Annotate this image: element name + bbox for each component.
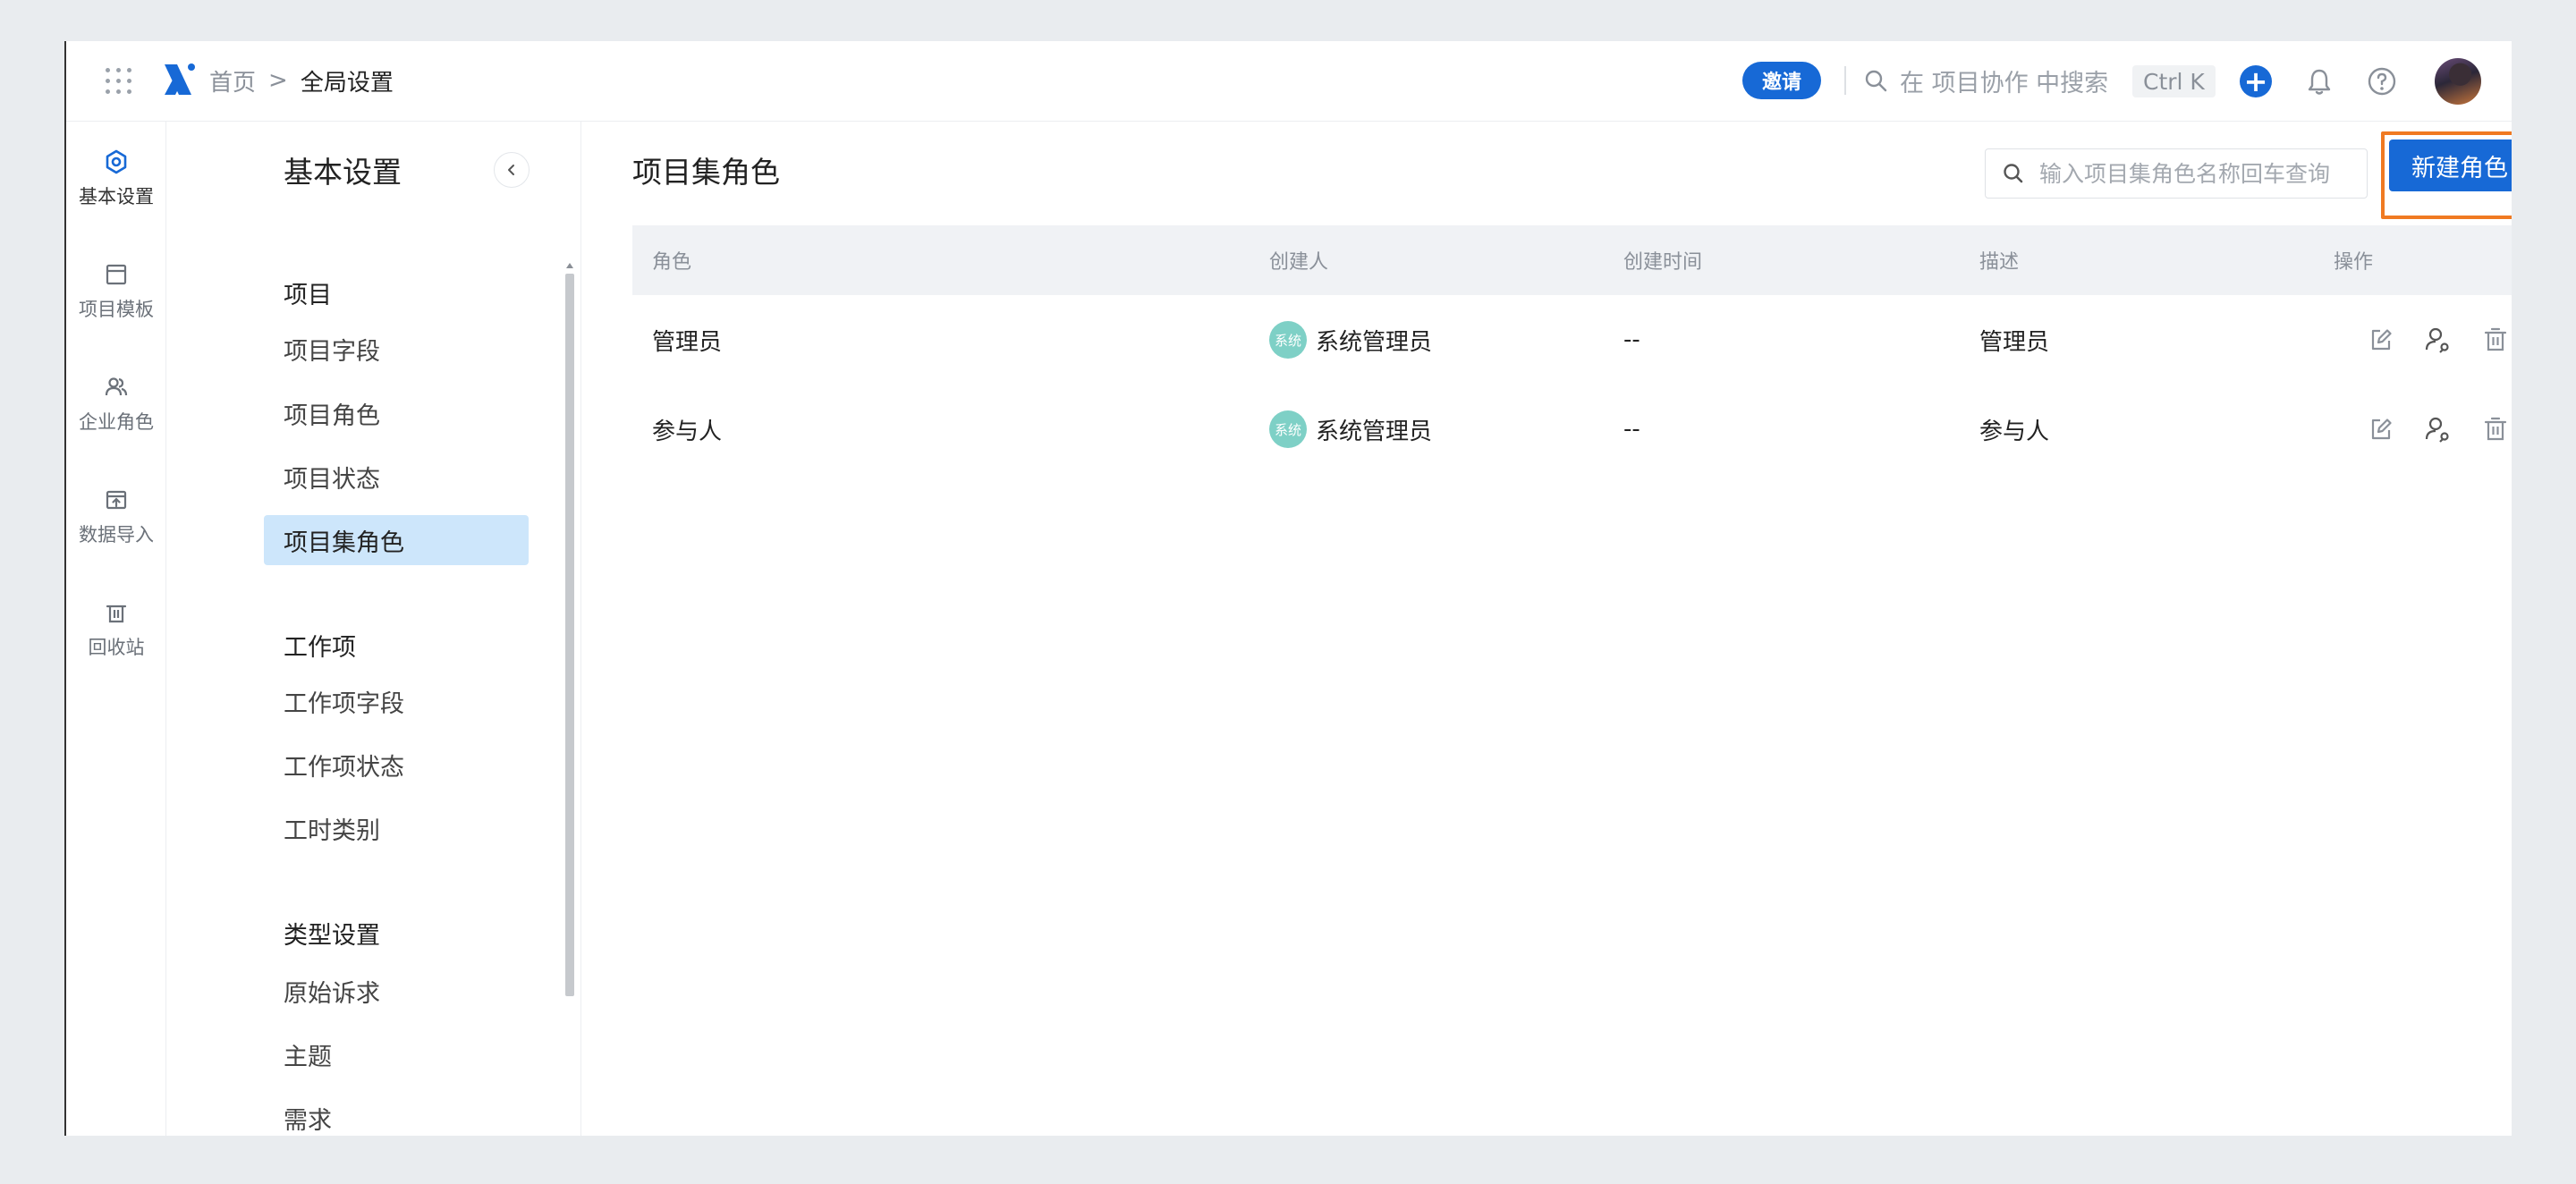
- header-description: 描述: [1979, 251, 2020, 274]
- edit-icon[interactable]: [2366, 414, 2396, 444]
- top-bar: 首页 > 全局设置 邀请 在 项目协作 中搜索 Ctrl K +: [66, 41, 2512, 122]
- table-row: 管理员 系统 系统管理员 -- 管理员: [632, 295, 2512, 385]
- sidebar-item-theme[interactable]: 主题: [264, 1029, 529, 1079]
- help-icon[interactable]: [2367, 66, 2397, 97]
- app-window: 首页 > 全局设置 邀请 在 项目协作 中搜索 Ctrl K + 基本设置 项目…: [64, 41, 2512, 1136]
- scroll-up-arrow-icon[interactable]: [566, 263, 573, 268]
- sidebar-title: 基本设置: [284, 155, 402, 190]
- delete-icon[interactable]: [2480, 414, 2511, 444]
- creator-name: 系统管理员: [1316, 418, 1433, 445]
- sidebar-item-work-item-fields[interactable]: 工作项字段: [264, 676, 529, 726]
- breadcrumb-current: 全局设置: [300, 69, 394, 97]
- role-search-box[interactable]: [1985, 148, 2368, 199]
- main-content: 项目集角色 新建角色 角色 创建人 创建时间 描述 操作 管理员 系统: [582, 122, 2512, 1136]
- scrollbar-thumb[interactable]: [565, 274, 574, 996]
- topbar-divider: [1844, 66, 1846, 95]
- breadcrumb-separator: >: [268, 67, 288, 94]
- creator-cell: 系统 系统管理员: [1269, 321, 1623, 359]
- rail-item-recycle-bin[interactable]: 回收站: [66, 599, 166, 689]
- sidebar-item-project-status[interactable]: 项目状态: [264, 452, 529, 502]
- row-actions: [2334, 325, 2512, 355]
- table-row: 参与人 系统 系统管理员 -- 参与人: [632, 385, 2512, 474]
- created-time: --: [1623, 416, 1640, 443]
- rail-item-data-import[interactable]: 数据导入: [66, 486, 166, 576]
- user-avatar[interactable]: [2435, 58, 2481, 105]
- rail-item-label: 基本设置: [79, 186, 154, 207]
- member-settings-icon[interactable]: [2423, 414, 2453, 444]
- role-description: 参与人: [1979, 418, 2050, 445]
- search-icon: [1865, 70, 1887, 92]
- table-header: 角色 创建人 创建时间 描述 操作: [632, 225, 2512, 295]
- global-search[interactable]: 在 项目协作 中搜索: [1864, 61, 2108, 100]
- role-name: 管理员: [652, 328, 723, 356]
- users-icon: [105, 377, 128, 396]
- member-settings-icon[interactable]: [2423, 325, 2453, 355]
- rail-item-label: 企业角色: [79, 411, 154, 433]
- avatar: 系统: [1269, 321, 1307, 359]
- logo-icon[interactable]: [159, 59, 200, 100]
- roles-table: 角色 创建人 创建时间 描述 操作 管理员 系统 系统管理员 -- 管理员 参与…: [632, 225, 2512, 474]
- trash-icon: [106, 605, 127, 623]
- edit-icon[interactable]: [2366, 325, 2396, 355]
- create-plus-button[interactable]: +: [2240, 65, 2272, 97]
- page-title: 项目集角色: [632, 155, 780, 190]
- sidebar-item-original-request[interactable]: 原始诉求: [264, 966, 529, 1016]
- sidebar-item-project-fields[interactable]: 项目字段: [264, 324, 529, 374]
- settings-hex-icon: [106, 149, 127, 174]
- shortcut-hint: Ctrl K: [2132, 65, 2216, 97]
- collapse-sidebar-button[interactable]: [494, 152, 530, 188]
- global-search-placeholder: 在 项目协作 中搜索: [1900, 69, 2109, 97]
- sidebar-section-type-settings: 类型设置: [284, 922, 380, 950]
- role-name: 参与人: [652, 418, 723, 445]
- sidebar-scrollbar[interactable]: [564, 263, 576, 1068]
- search-icon: [2004, 164, 2023, 183]
- chevron-left-icon: [508, 165, 514, 175]
- row-actions: [2334, 414, 2512, 444]
- creator-name: 系统管理员: [1316, 328, 1433, 356]
- settings-sidebar: 基本设置 项目 项目字段 项目角色 项目状态 项目集角色 工作项 工作项字段 工…: [167, 122, 581, 1136]
- sidebar-section-work-item: 工作项: [284, 634, 356, 662]
- header-role: 角色: [652, 251, 692, 274]
- sidebar-item-work-hour-types[interactable]: 工时类别: [264, 803, 529, 853]
- sidebar-section-project: 项目: [284, 282, 332, 309]
- invite-button[interactable]: 邀请: [1742, 62, 1821, 99]
- header-created-time: 创建时间: [1623, 251, 1703, 274]
- rail-item-basic-settings[interactable]: 基本设置: [66, 148, 166, 238]
- sidebar-item-work-item-status[interactable]: 工作项状态: [264, 740, 529, 790]
- breadcrumb-home[interactable]: 首页: [209, 64, 256, 97]
- rail-item-label: 回收站: [88, 637, 145, 658]
- header-creator: 创建人: [1269, 251, 1329, 274]
- rail-item-project-template[interactable]: 项目模板: [66, 261, 166, 351]
- sidebar-item-program-roles[interactable]: 项目集角色: [264, 515, 529, 565]
- breadcrumb: 首页 > 全局设置: [209, 63, 394, 98]
- creator-cell: 系统 系统管理员: [1269, 410, 1623, 448]
- rail-item-label: 项目模板: [79, 299, 154, 320]
- left-rail: 基本设置 项目模板 企业角色 数据导入 回收站: [66, 122, 166, 1136]
- rail-item-enterprise-roles[interactable]: 企业角色: [66, 374, 166, 463]
- role-search-input[interactable]: [2038, 159, 2351, 188]
- app-grid-icon[interactable]: [106, 68, 132, 95]
- bell-icon[interactable]: [2302, 64, 2336, 98]
- role-description: 管理员: [1979, 328, 2050, 356]
- header-actions: 操作: [2334, 251, 2374, 274]
- sidebar-item-project-roles[interactable]: 项目角色: [264, 388, 529, 438]
- delete-icon[interactable]: [2480, 325, 2511, 355]
- created-time: --: [1623, 326, 1640, 353]
- sidebar-item-requirement[interactable]: 需求: [264, 1093, 529, 1136]
- template-icon: [106, 264, 127, 285]
- new-role-button[interactable]: 新建角色: [2389, 140, 2512, 191]
- avatar: 系统: [1269, 410, 1307, 448]
- rail-item-label: 数据导入: [79, 524, 154, 545]
- import-icon: [106, 490, 127, 510]
